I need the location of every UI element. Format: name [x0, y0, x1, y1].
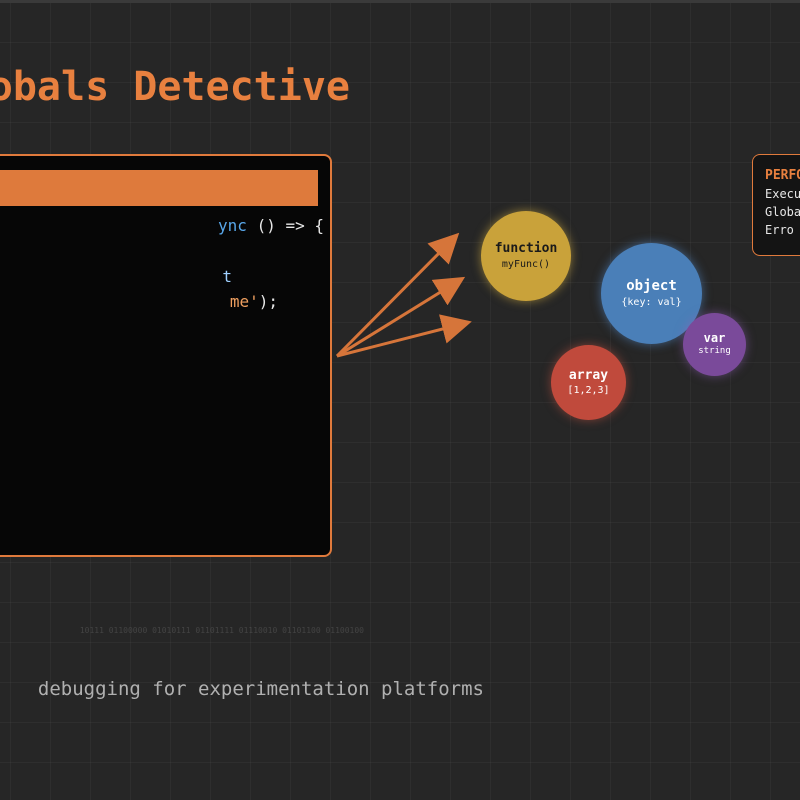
object-bubble-sub: {key: val}	[621, 296, 682, 308]
subtitle: debugging for experimentation platforms	[37, 678, 484, 700]
stage: obals Detective ync () => { t me'); func…	[0, 0, 800, 800]
function-bubble-label: function	[494, 241, 558, 257]
binary-decoration: 10111 01100000 01010111 01101111 0111001…	[79, 626, 364, 635]
performance-row-globals: Globa	[765, 205, 800, 219]
performance-panel: PERFO Execu Globa Erro	[752, 154, 800, 256]
var-bubble-sub: string	[698, 346, 731, 357]
array-bubble-label: array	[568, 367, 609, 383]
arrow-to-function	[335, 232, 460, 358]
function-bubble: function myFunc()	[481, 211, 571, 301]
array-bubble: array [1,2,3]	[551, 345, 626, 420]
function-bubble-sub: myFunc()	[501, 258, 551, 270]
array-bubble-sub: [1,2,3]	[567, 385, 610, 397]
var-bubble-label: var	[703, 331, 726, 346]
arrow-middle	[336, 276, 466, 358]
object-bubble-label: object	[626, 278, 677, 295]
arrow-lower	[336, 314, 472, 358]
var-bubble: var string	[683, 313, 746, 376]
performance-row-errors: Erro	[765, 223, 794, 237]
performance-row-execution: Execu	[765, 187, 800, 201]
performance-panel-title: PERFO	[765, 168, 800, 183]
